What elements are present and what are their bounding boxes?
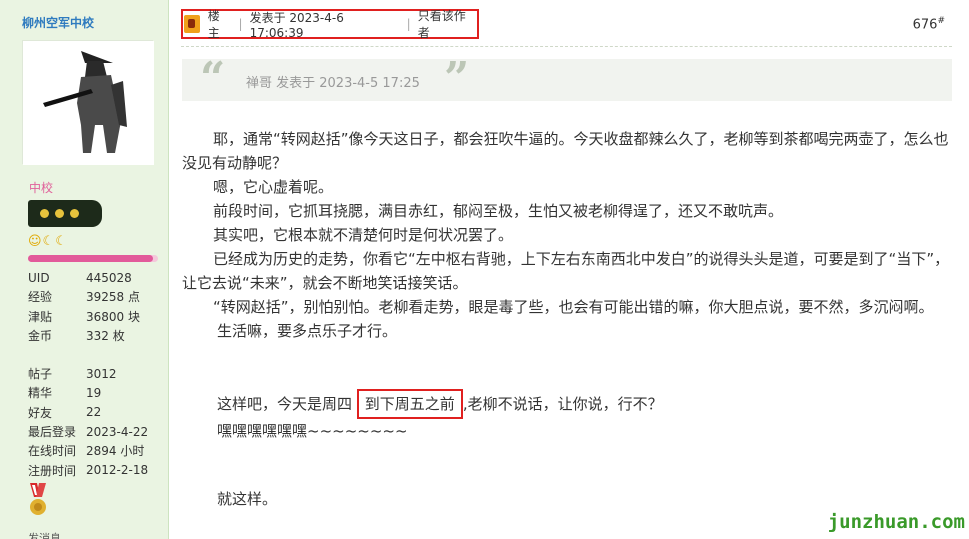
level-progress-fill	[28, 255, 153, 262]
stat-value: 2012-2-18	[86, 463, 149, 478]
rank-badge-icon	[28, 200, 102, 227]
stat-row: 经验 39258 点	[28, 287, 140, 306]
paragraph: “转网赵括”，别怕别怕。老柳看走势，眼是毒了些，也会有可能出错的嘛，你大胆点说，…	[213, 298, 934, 316]
stat-key: 最后登录	[28, 425, 77, 440]
rank-title: 中校	[29, 181, 54, 195]
stat-key: 金币	[28, 329, 53, 344]
paragraph: 已经成为历史的走势，你看它“左中枢右背驰，上下左右东南西北中发白”的说得头头是道…	[182, 250, 950, 292]
paragraph: 这样吧，今天是周四 到下周五之前 ,老柳不说话，让你说，行不？	[182, 389, 952, 419]
header-divider	[181, 46, 952, 47]
highlighted-phrase: 到下周五之前	[356, 389, 463, 419]
only-author-link[interactable]: 只看该作者	[418, 7, 477, 41]
paragraph: 耶，通常“转网赵括”像今天这日子，都会狂吹牛逼的。今天收盘都辣么久了，老柳等到茶…	[182, 130, 949, 172]
stat-row: 最后登录 2023-4-22	[28, 422, 148, 441]
user-stats-2: 帖子 3012 精华 19 好友 22 最后登录 2023-4-22 在线时间 2894 …	[28, 364, 148, 480]
send-message-link[interactable]: 发消息	[28, 530, 61, 539]
stat-key: 帖子	[28, 367, 53, 382]
paragraph: 前段时间，它抓耳挠腮，满目赤红，郁闷至极，生怕又被老柳得逞了，还又不敢吭声。	[213, 202, 784, 220]
paragraph: 生活嘛，要多点乐子才行。	[217, 322, 398, 340]
stat-row: 帖子 3012	[28, 364, 148, 383]
paragraph-text: ,老柳不说话，让你说，行不？	[462, 395, 663, 413]
stat-row: 金币 332 枚	[28, 326, 140, 345]
paragraph-text: 这样吧，今天是周四	[217, 395, 353, 413]
quote-block: “ 禅哥 发表于 2023-4-5 17:25 ”	[182, 53, 952, 104]
quote-text: 禅哥 发表于 2023-4-5 17:25	[246, 76, 420, 91]
post-content: 耶，通常“转网赵括”像今天这日子，都会狂吹牛逼的。今天收盘都辣么久了，老柳等到茶…	[182, 127, 952, 511]
stat-value: 445028	[86, 270, 132, 285]
stat-value: 332 枚	[86, 329, 125, 344]
separator: |	[406, 17, 411, 31]
stat-row: 津贴 36800 块	[28, 307, 140, 326]
stat-value: 2894 小时	[86, 444, 145, 459]
stat-value[interactable]: 19	[86, 386, 101, 400]
user-sidebar: 柳州空军中校 中校 ☺☾☾ UID 445028 经验 39258 点 津贴 3680…	[0, 0, 169, 539]
stat-row: UID 445028	[28, 268, 140, 287]
stat-row: 好友 22	[28, 403, 148, 422]
stat-key: 经验	[28, 290, 53, 305]
quote-close-icon: ”	[444, 53, 470, 104]
level-progress-bar	[28, 255, 158, 262]
stat-value: 2023-4-22	[86, 424, 149, 439]
paragraph: 嘿嘿嘿嘿嘿嘿~~~~~~~~	[217, 422, 408, 440]
floor-number[interactable]: 676#	[913, 16, 945, 32]
stat-key: 精华	[28, 386, 53, 401]
stat-key: 好友	[28, 405, 53, 420]
medal-icon[interactable]	[28, 483, 48, 521]
username-link[interactable]: 柳州空军中校	[22, 14, 94, 31]
user-stats: UID 445028 经验 39258 点 津贴 36800 块 金币 332 枚	[28, 268, 140, 345]
level-icons: ☺☾☾	[28, 234, 68, 249]
paragraph: 就这样。	[217, 490, 278, 508]
paragraph: 其实吧，它根本就不清楚何时是何状况罢了。	[213, 226, 514, 244]
separator: |	[238, 17, 243, 31]
stat-row: 在线时间 2894 小时	[28, 441, 148, 460]
stat-key: 注册时间	[28, 463, 77, 478]
avatar-image	[23, 41, 154, 165]
stat-value: 36800 块	[86, 309, 140, 324]
quote-open-icon: “	[200, 53, 226, 104]
louzhu-label: 楼主	[207, 9, 220, 40]
watermark: junzhuan.com	[827, 511, 965, 533]
stat-row: 注册时间 2012-2-18	[28, 460, 148, 479]
stat-key: 在线时间	[28, 444, 77, 459]
post-time: 发表于 2023-4-6 17:06:39	[249, 10, 344, 40]
stat-value: 39258 点	[86, 290, 140, 305]
paragraph: 嗯，它心虚着呢。	[213, 178, 334, 196]
avatar[interactable]	[22, 40, 154, 165]
louzhu-icon	[184, 15, 200, 33]
stat-key: UID	[28, 270, 50, 285]
stat-row: 精华 19	[28, 383, 148, 402]
stat-value[interactable]: 22	[86, 405, 101, 419]
stat-value[interactable]: 3012	[86, 367, 117, 381]
stat-key: 津贴	[28, 309, 53, 324]
post-header: 楼主 | 发表于 2023-4-6 17:06:39 | 只看该作者	[181, 7, 479, 41]
